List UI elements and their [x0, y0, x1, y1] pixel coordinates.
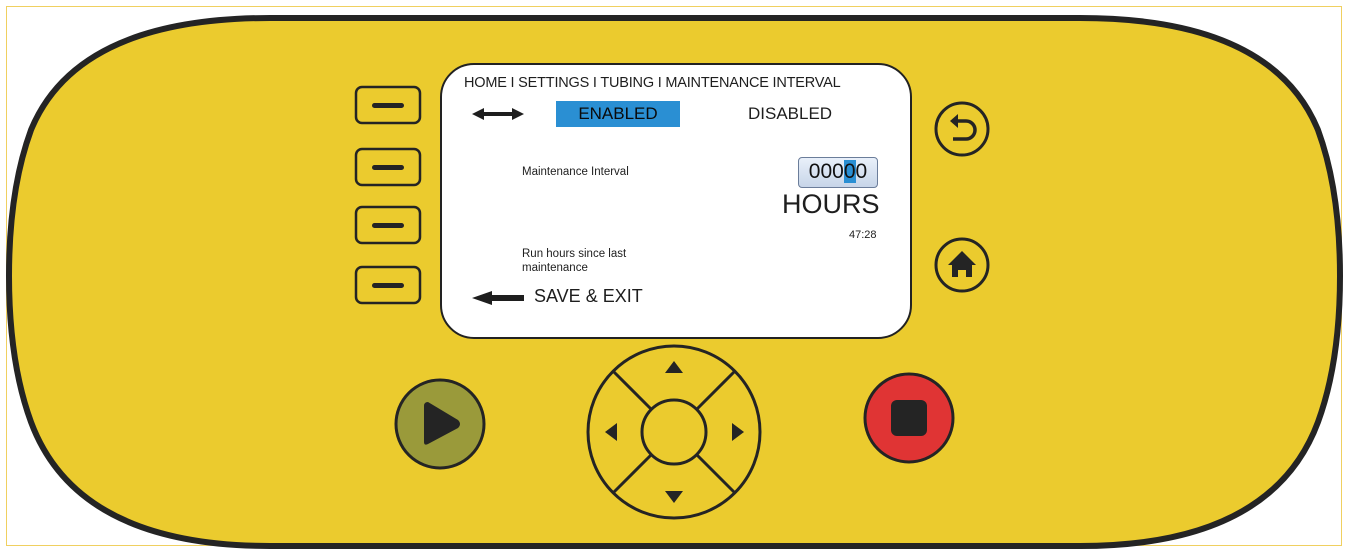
softkey-4-button[interactable]	[356, 267, 420, 303]
run-hours-label-line2: maintenance	[522, 262, 588, 274]
back-button[interactable]	[936, 103, 988, 155]
lcd-screen: HOME I SETTINGS I TUBING I MAINTENANCE I…	[440, 63, 912, 339]
home-button[interactable]	[936, 239, 988, 291]
softkey-1-button[interactable]	[356, 87, 420, 123]
dpad-left-button[interactable]	[590, 392, 630, 472]
interval-value-suffix: 0	[855, 160, 868, 183]
left-arrow-icon	[472, 291, 524, 305]
interval-value-field[interactable]: 00000	[798, 157, 878, 188]
stop-button[interactable]	[865, 374, 953, 462]
dpad-up-button[interactable]	[634, 348, 714, 388]
softkey-3-button[interactable]	[356, 207, 420, 243]
maintenance-interval-label: Maintenance Interval	[522, 166, 629, 178]
left-right-arrow-icon	[472, 108, 524, 120]
interval-value-cursor-digit: 0	[843, 160, 856, 183]
dpad-down-button[interactable]	[634, 476, 714, 516]
disabled-option[interactable]: DISABLED	[748, 101, 832, 127]
units-label: HOURS	[782, 189, 880, 219]
run-hours-label-line1: Run hours since last	[522, 248, 627, 260]
run-hours-value: 47:28	[849, 229, 877, 241]
dpad-right-button[interactable]	[718, 392, 758, 472]
save-exit-option[interactable]: SAVE & EXIT	[534, 286, 643, 307]
play-button[interactable]	[396, 380, 484, 468]
breadcrumb: HOME I SETTINGS I TUBING I MAINTENANCE I…	[464, 75, 841, 91]
softkey-2-button[interactable]	[356, 149, 420, 185]
interval-value-prefix: 000	[808, 160, 844, 183]
dpad-center-button[interactable]	[644, 402, 704, 462]
enabled-option[interactable]: ENABLED	[556, 101, 680, 127]
